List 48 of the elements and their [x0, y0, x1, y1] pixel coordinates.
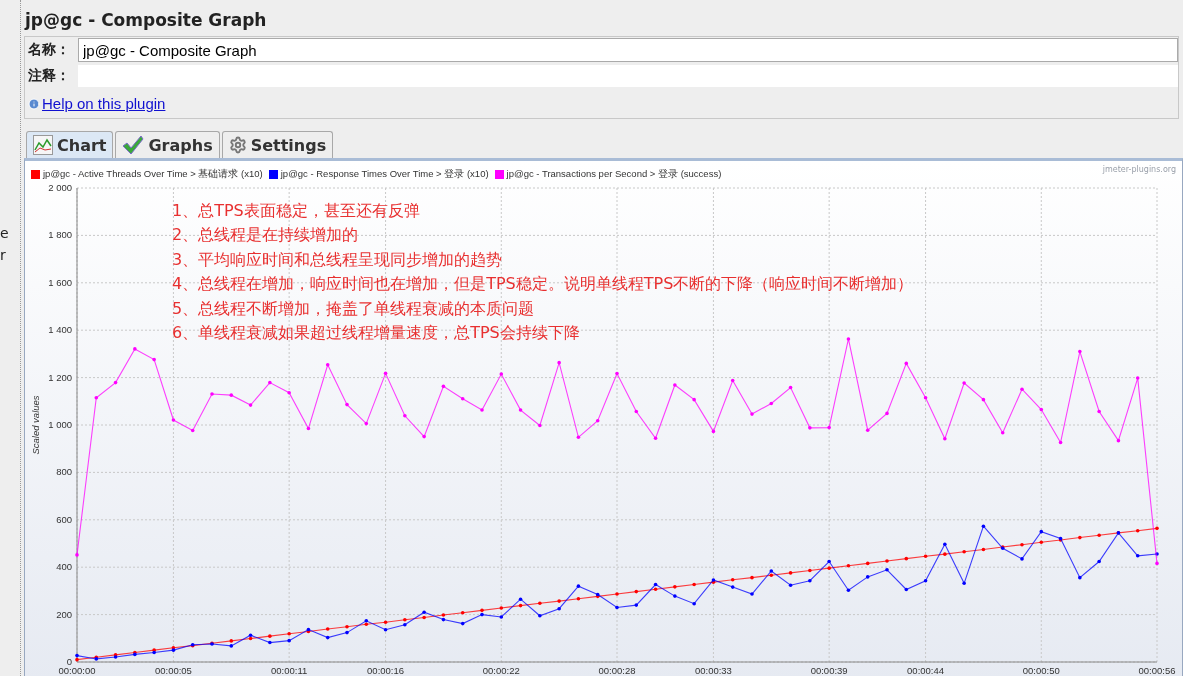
- tab[interactable]: Chart: [26, 131, 114, 158]
- settings-icon: [228, 136, 247, 154]
- axis-tick-label: 00:00:28: [598, 665, 636, 676]
- annotation-text: 6、单线程衰减如果超过线程增量速度，总TPS会持续下降: [172, 322, 581, 345]
- text-field[interactable]: jp@gc - Composite Graph: [78, 38, 1178, 62]
- axis-tick-label: 1 000: [48, 419, 72, 430]
- axis-tick-label: 00:00:00: [58, 665, 96, 676]
- axis-title: Scaled values: [30, 395, 41, 455]
- tab[interactable]: Settings: [221, 131, 334, 158]
- annotation-text: 1、总TPS表面稳定，甚至还有反弹: [172, 200, 421, 222]
- axis-tick-label: 400: [56, 561, 72, 573]
- tree-label: e: [0, 225, 10, 241]
- axis-tick-label: 00:00:16: [367, 665, 405, 676]
- axis-tick-label: 00:00:56: [1138, 665, 1176, 676]
- help-link[interactable]: Help on this plugin: [42, 95, 166, 112]
- legend-label: jp@gc - Response Times Over Time > 登录 (x10): [280, 167, 489, 181]
- axis-tick-label: 0: [66, 656, 72, 667]
- checkmark-icon: [122, 135, 145, 155]
- field-label: 名称：: [27, 41, 71, 59]
- line-chart-icon: [33, 135, 53, 155]
- legend-label: jp@gc - Transactions per Second > 登录 (success): [506, 167, 722, 181]
- axis-tick-label: 00:00:22: [482, 665, 520, 676]
- axis-tick-label: 00:00:11: [271, 665, 308, 676]
- axis-tick-label: 1 400: [48, 324, 72, 336]
- field-label: 注释：: [27, 67, 71, 85]
- axis-tick-label: 600: [56, 513, 72, 525]
- axis-tick-label: 1 600: [48, 276, 72, 288]
- axis-tick-label: 2 000: [48, 182, 72, 193]
- axis-tick-label: 00:00:05: [154, 665, 192, 676]
- axis-tick-label: 800: [56, 466, 72, 478]
- info-icon: [28, 97, 40, 110]
- axis-tick-label: 00:00:39: [810, 665, 848, 676]
- annotation-text: 3、平均响应时间和总线程呈现同步增加的趋势: [172, 248, 504, 271]
- annotation-text: 2、总线程是在持续增加的: [172, 224, 360, 247]
- annotation-text: 5、总线程不断增加，掩盖了单线程衰减的本质问题: [172, 297, 536, 320]
- axis-tick-label: 200: [56, 608, 72, 620]
- axis-tick-label: 1 200: [48, 371, 72, 383]
- tab[interactable]: Graphs: [115, 131, 220, 158]
- credit-text: jmeter-plugins.org: [1102, 165, 1176, 174]
- axis-tick-label: 00:00:33: [694, 665, 732, 676]
- axis-tick-label: 00:00:50: [1022, 665, 1060, 676]
- text-field[interactable]: [78, 65, 1178, 87]
- tree-label: r: [0, 247, 7, 263]
- axis-tick-label: 00:00:44: [907, 665, 945, 676]
- legend-label: jp@gc - Active Threads Over Time > 基础请求 (x10): [43, 167, 263, 181]
- axis-tick-label: 1 800: [48, 229, 72, 241]
- panel-title: jp@gc - Composite Graph: [24, 9, 268, 32]
- annotation-text: 4、总线程在增加，响应时间也在增加，但是TPS稳定。说明单线程TPS不断的下降（响应时间不断增加）: [172, 273, 914, 296]
